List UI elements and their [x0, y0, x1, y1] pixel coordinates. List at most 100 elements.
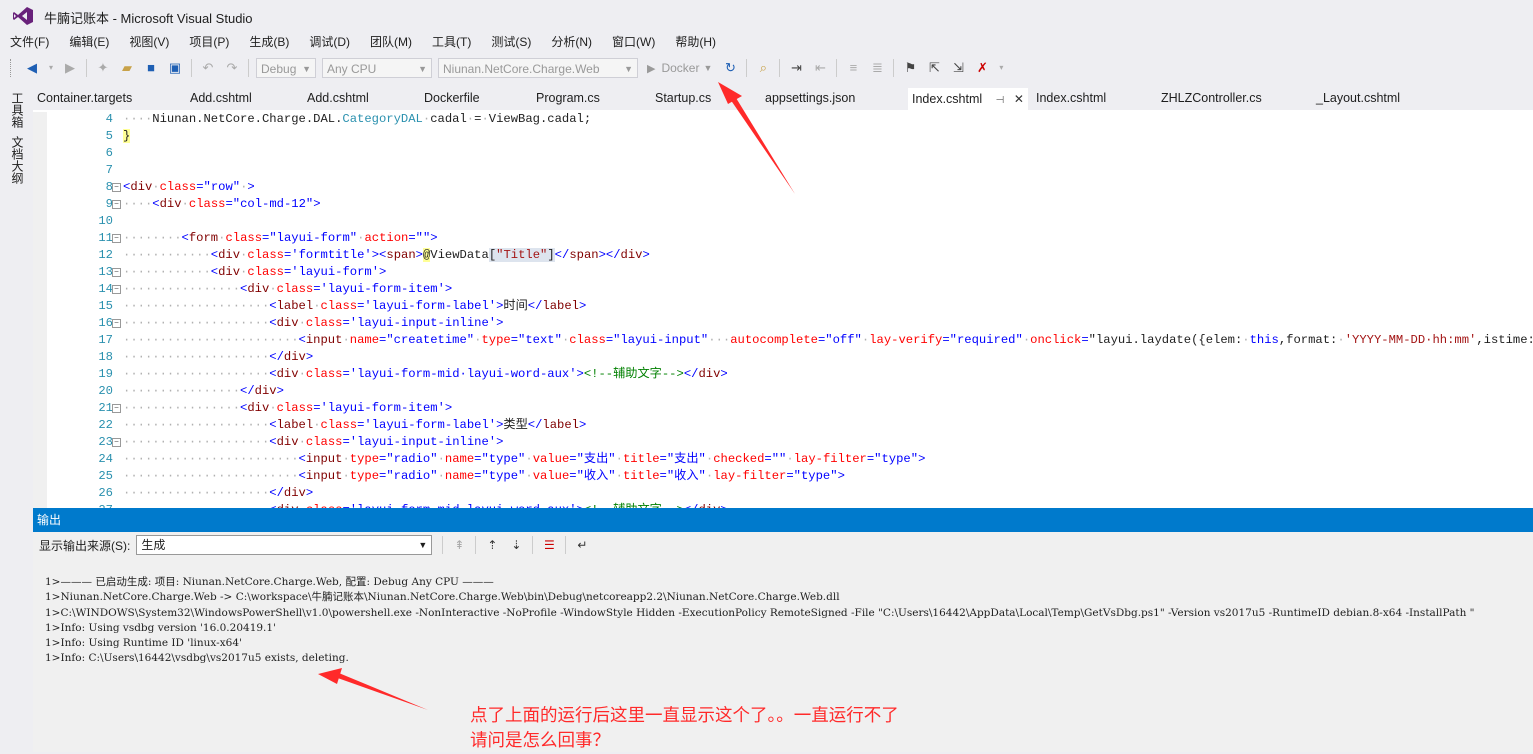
menu-item[interactable]: 项目(P)	[179, 32, 239, 52]
menu-item[interactable]: 窗口(W)	[602, 32, 665, 52]
navigate-back-icon[interactable]: ◀	[24, 60, 40, 76]
uncomment-icon[interactable]: ≣	[869, 60, 885, 76]
tab-index-cshtml-active[interactable]: Index.cshtml ⊣ ✕	[908, 88, 1028, 110]
output-window-title[interactable]: 输出	[33, 508, 1533, 532]
visual-studio-logo-icon	[13, 7, 33, 25]
collapse-icon[interactable]: −	[112, 404, 121, 413]
menu-item[interactable]: 编辑(E)	[59, 32, 119, 52]
save-all-icon[interactable]: ▣	[167, 60, 183, 76]
tab-appsettings-json[interactable]: appsettings.json	[765, 91, 855, 105]
previous-message-icon[interactable]: ⇡	[484, 537, 500, 553]
collapse-icon[interactable]: −	[112, 319, 121, 328]
toolbar-overflow-icon[interactable]: ▾	[998, 60, 1004, 76]
menu-item[interactable]: 文件(F)	[0, 32, 59, 52]
menu-item[interactable]: 工具(T)	[422, 32, 481, 52]
tab-add-cshtml[interactable]: Add.cshtml	[190, 91, 252, 105]
collapse-icon[interactable]: −	[112, 200, 121, 209]
code-line: 4 ····Niunan.NetCore.Charge.DAL.CategoryD…	[105, 112, 592, 126]
output-line: 1>——— 已启动生成: 项目: Niunan.NetCore.Charge.W…	[45, 576, 494, 589]
undo-icon[interactable]: ↶	[200, 60, 216, 76]
tab-container-targets[interactable]: Container.targets	[37, 91, 132, 105]
document-outline-tab[interactable]: 文档大纲	[9, 136, 26, 184]
menu-item[interactable]: 帮助(H)	[665, 32, 726, 52]
output-line: 1>Info: C:\Users\16442\vsdbg\vs2017u5 ex…	[45, 652, 349, 665]
start-debugging-label: Docker	[661, 61, 700, 75]
standard-toolbar: ◀ ▾ ▶ ✦ ▰ ■ ▣ ↶ ↷ Debug ▼ Any CPU ▼ Niunan…	[0, 54, 1533, 82]
toggle-word-wrap-icon[interactable]: ↵	[574, 537, 590, 553]
collapse-icon[interactable]: −	[112, 285, 121, 294]
previous-bookmark-icon[interactable]: ⇱	[926, 60, 942, 76]
step-into-icon[interactable]: ⇥	[788, 60, 804, 76]
code-line: 5}	[105, 129, 131, 143]
menu-item[interactable]: 分析(N)	[541, 32, 602, 52]
code-editor[interactable]: 4 ····Niunan.NetCore.Charge.DAL.CategoryD…	[33, 112, 1533, 508]
find-in-files-icon[interactable]: ⌕	[755, 60, 771, 76]
output-line: 1>C:\WINDOWS\System32\WindowsPowerShell\…	[45, 606, 1475, 619]
toolbar-separator	[779, 59, 781, 77]
code-line: 10	[98, 214, 113, 228]
collapse-icon[interactable]: −	[112, 183, 121, 192]
output-text[interactable]: 1>——— 已启动生成: 项目: Niunan.NetCore.Charge.W…	[45, 560, 1475, 666]
clear-all-icon[interactable]: ☰	[541, 537, 557, 553]
output-source-label: 显示输出来源(S):	[39, 538, 131, 553]
toolbar-grip[interactable]	[10, 59, 14, 77]
menu-item[interactable]: 测试(S)	[481, 32, 541, 52]
find-message-icon[interactable]: ⇞	[451, 537, 467, 553]
menu-item[interactable]: 生成(B)	[239, 32, 299, 52]
title-bar: 牛腩记账本 - Microsoft Visual Studio	[0, 0, 1533, 32]
play-icon: ▶	[647, 62, 656, 75]
new-project-icon[interactable]: ✦	[95, 60, 111, 76]
toolbox-tab[interactable]: 工具箱	[9, 92, 26, 128]
annotation-line: 点了上面的运行后这里一直显示这个了。。一直运行不了	[470, 706, 899, 726]
tab-layout-cshtml[interactable]: _Layout.cshtml	[1316, 91, 1400, 105]
tab-dockerfile[interactable]: Dockerfile	[424, 91, 480, 105]
dropdown-arrow-icon[interactable]: ▾	[48, 60, 54, 76]
clear-bookmarks-icon[interactable]: ✗	[974, 60, 990, 76]
output-line: 1>Info: Using Runtime ID 'linux-x64'	[45, 637, 242, 650]
startup-project-value: Niunan.NetCore.Charge.Web	[443, 62, 600, 76]
solution-platform-value: Any CPU	[327, 62, 377, 76]
close-icon[interactable]: ✕	[1014, 92, 1024, 106]
next-message-icon[interactable]: ⇣	[508, 537, 524, 553]
code-line: 16− ····················<div·class='layui…	[98, 316, 504, 330]
solution-config-value: Debug	[261, 62, 297, 76]
chevron-down-icon: ▼	[624, 64, 633, 74]
bookmark-icon[interactable]: ⚑	[902, 60, 918, 76]
tab-index-cshtml[interactable]: Index.cshtml	[1036, 91, 1106, 105]
tab-add-cshtml[interactable]: Add.cshtml	[307, 91, 369, 105]
chevron-down-icon[interactable]: ▼	[703, 63, 712, 73]
tab-startup-cs[interactable]: Startup.cs	[655, 91, 711, 105]
menu-item[interactable]: 团队(M)	[360, 32, 422, 52]
step-over-icon[interactable]: ⇤	[812, 60, 828, 76]
chevron-down-icon: ▼	[418, 64, 427, 74]
next-bookmark-icon[interactable]: ⇲	[950, 60, 966, 76]
pin-icon[interactable]: ⊣	[996, 95, 1005, 106]
code-line: 25 ························<input·type="r…	[98, 469, 845, 483]
toolbar-separator	[836, 59, 838, 77]
menu-item[interactable]: 调试(D)	[299, 32, 360, 52]
chevron-down-icon: ▼	[302, 64, 311, 74]
refresh-icon[interactable]: ↻	[722, 60, 738, 76]
open-file-icon[interactable]: ▰	[119, 60, 135, 76]
startup-project-select[interactable]: Niunan.NetCore.Charge.Web ▼	[438, 58, 638, 78]
collapse-icon[interactable]: −	[112, 268, 121, 277]
document-tab-bar: Container.targets Add.cshtml Add.cshtml …	[33, 88, 1533, 110]
code-line: 21− ················<div·class='layui-for…	[98, 401, 453, 415]
start-debugging-button[interactable]: ▶ Docker ▼	[647, 61, 712, 75]
output-toolbar: 显示输出来源(S): 生成 ▼ ⇞ ⇡ ⇣ ☰ ↵	[33, 532, 1533, 558]
solution-config-select[interactable]: Debug ▼	[256, 58, 316, 78]
code-line: 15 ····················<label·class='layu…	[98, 299, 587, 313]
save-icon[interactable]: ■	[143, 60, 159, 76]
tab-zhlzcontroller-cs[interactable]: ZHLZController.cs	[1161, 91, 1262, 105]
collapse-icon[interactable]: −	[112, 438, 121, 447]
solution-platform-select[interactable]: Any CPU ▼	[322, 58, 432, 78]
output-source-select[interactable]: 生成 ▼	[136, 535, 433, 555]
redo-icon[interactable]: ↷	[224, 60, 240, 76]
collapse-icon[interactable]: −	[112, 234, 121, 243]
navigate-forward-icon[interactable]: ▶	[62, 60, 78, 76]
toolbar-separator	[893, 59, 895, 77]
tab-program-cs[interactable]: Program.cs	[536, 91, 600, 105]
menu-item[interactable]: 视图(V)	[119, 32, 179, 52]
code-line: 6	[105, 146, 113, 160]
comment-icon[interactable]: ≡	[845, 60, 861, 76]
